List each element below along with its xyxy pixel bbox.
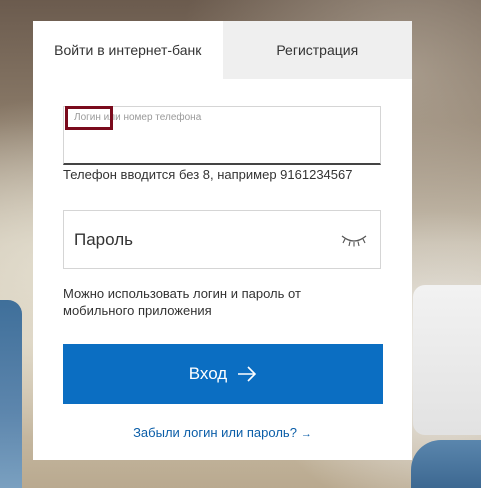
tab-login[interactable]: Войти в интернет-банк [33, 21, 223, 79]
login-card: Войти в интернет-банк Регистрация Логин … [33, 21, 412, 460]
password-label: Пароль [74, 230, 133, 249]
login-button[interactable]: Вход [63, 344, 383, 404]
eye-closed-icon[interactable] [341, 233, 367, 247]
background-blue-cushion-right [411, 440, 481, 488]
forgot-link-label: Забыли логин или пароль? [133, 425, 297, 440]
forgot-credentials-link[interactable]: Забыли логин или пароль? → [33, 425, 412, 440]
login-button-label: Вход [188, 364, 228, 383]
small-arrow-icon: → [300, 428, 312, 440]
highlight-box [65, 106, 113, 130]
tab-register[interactable]: Регистрация [222, 21, 412, 79]
app-login-hint: Можно использовать логин и пароль от моб… [63, 286, 301, 318]
phone-hint: Телефон вводится без 8, например 9161234… [63, 167, 353, 182]
background-blue-cushion [0, 300, 22, 488]
arrow-right-icon [238, 366, 257, 382]
password-input[interactable]: Пароль [63, 210, 381, 269]
auth-tabs: Войти в интернет-банк Регистрация [33, 21, 412, 79]
background-pillow [413, 285, 481, 435]
login-input[interactable]: Логин или номер телефона [63, 106, 381, 165]
